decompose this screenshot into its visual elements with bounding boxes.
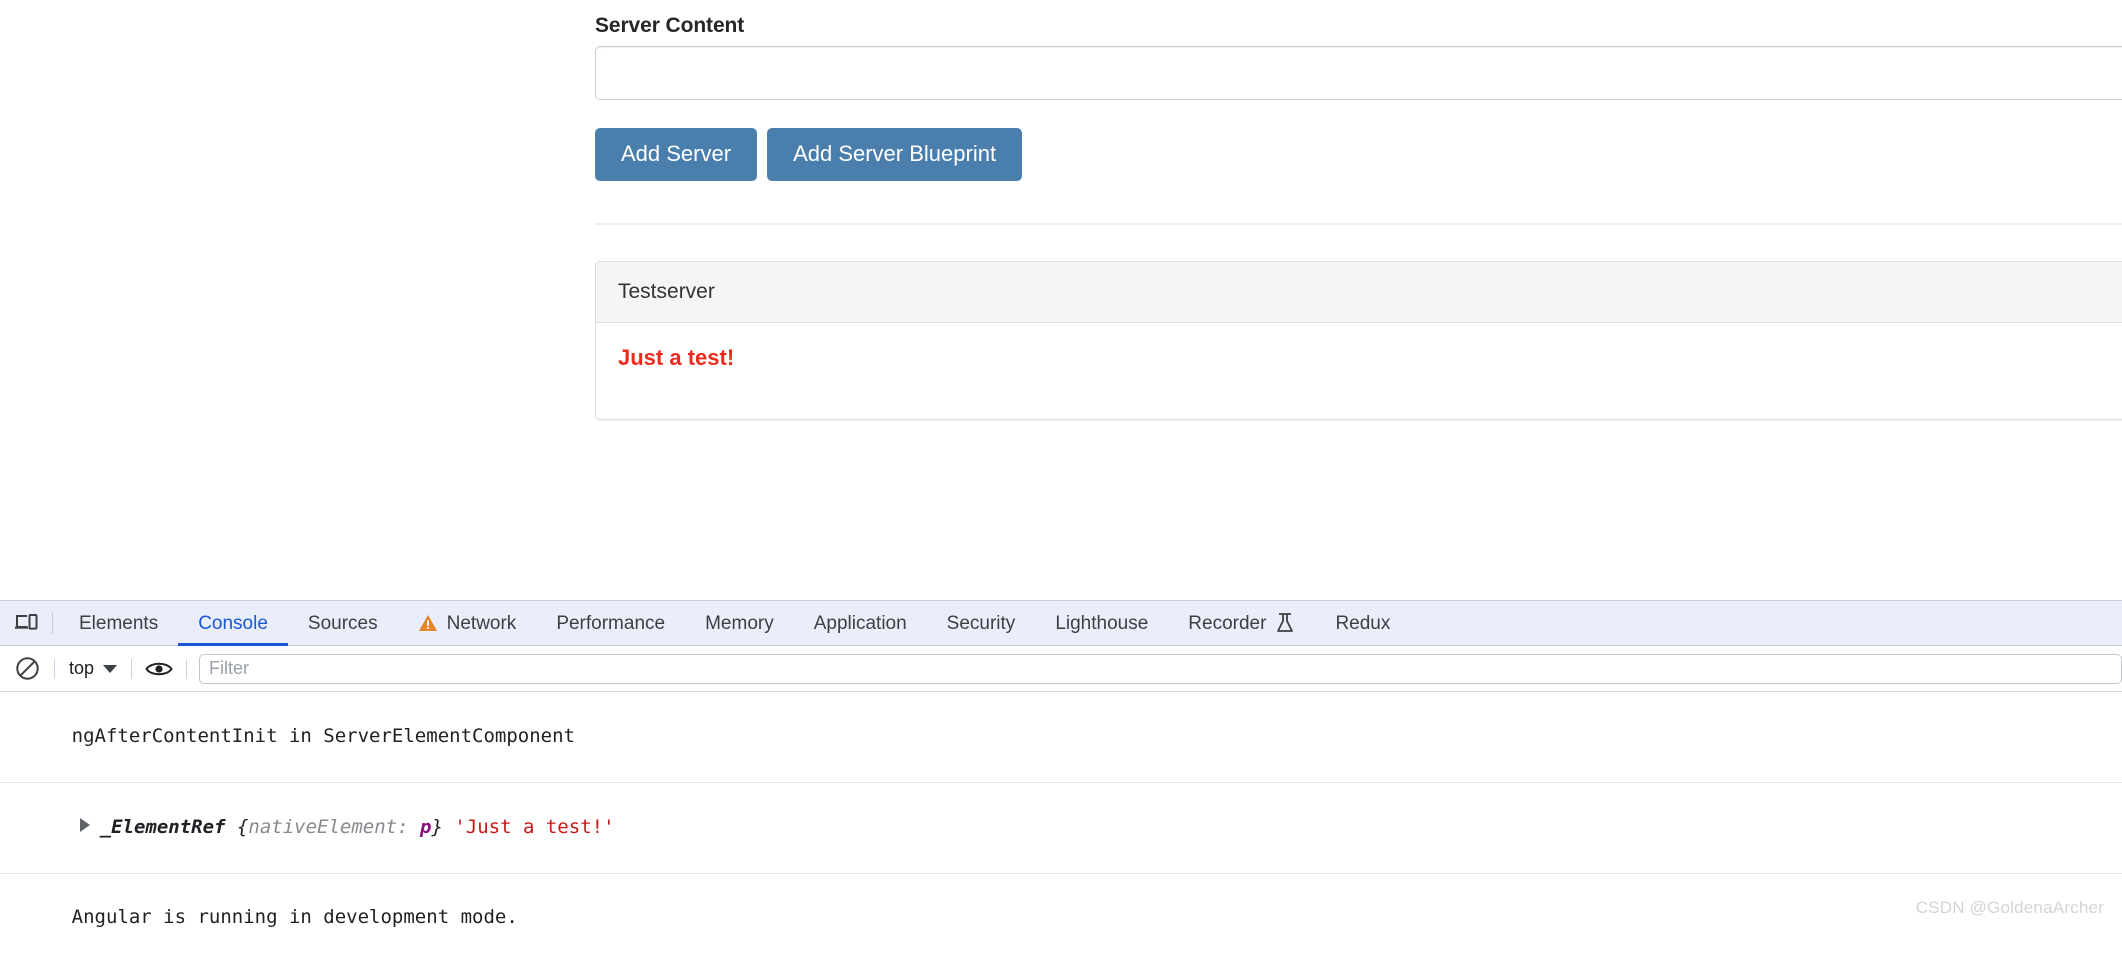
server-element-panel: Testserver Just a test!: [595, 261, 2122, 420]
tab-redux-label: Redux: [1335, 601, 1390, 646]
tab-recorder[interactable]: Recorder: [1168, 601, 1315, 646]
object-brace-open: {: [237, 816, 248, 838]
tab-application-label: Application: [814, 601, 907, 646]
tab-redux[interactable]: Redux: [1315, 601, 1410, 646]
tab-security[interactable]: Security: [927, 601, 1036, 646]
console-message-text: ngAfterContentInit in ServerElementCompo…: [72, 725, 575, 747]
eye-icon[interactable]: [140, 650, 178, 688]
app-container: Server Content Add Server Add Server Blu…: [595, 0, 2122, 420]
console-context-label: top: [69, 658, 94, 679]
watermark: CSDN @GoldenaArcher: [1916, 898, 2104, 918]
console-string-literal: 'Just a test!': [454, 816, 614, 838]
object-property-value: p: [420, 816, 431, 838]
console-message-row[interactable]: ngAfterContentInit in ServerElementCompo…: [0, 692, 2122, 783]
console-filter-input[interactable]: [199, 654, 2122, 684]
object-brace-close: }: [431, 816, 442, 838]
tab-lighthouse[interactable]: Lighthouse: [1035, 601, 1168, 646]
expand-arrow-icon[interactable]: [80, 818, 90, 832]
add-server-blueprint-button[interactable]: Add Server Blueprint: [767, 128, 1022, 181]
server-element-panel-body: Just a test!: [596, 323, 2122, 419]
console-message-row[interactable]: _ElementRef {nativeElement: p} 'Just a t…: [0, 783, 2122, 874]
console-toolbar-separator-1: [54, 659, 55, 679]
server-content-form-group: Server Content: [595, 14, 2122, 100]
console-message-list: ngAfterContentInit in ServerElementCompo…: [0, 692, 2122, 964]
tab-lighthouse-label: Lighthouse: [1055, 601, 1148, 646]
tab-network-label: Network: [447, 601, 517, 646]
devtools-panel: Elements Console Sources Network Perform…: [0, 600, 2122, 964]
tab-sources[interactable]: Sources: [288, 601, 398, 646]
flask-icon: [1275, 612, 1295, 634]
server-content-input[interactable]: [595, 46, 2122, 100]
tabbar-separator: [52, 612, 53, 634]
warning-triangle-icon: [418, 614, 438, 632]
object-property-name: nativeElement: [248, 816, 397, 838]
devtools-tab-bar: Elements Console Sources Network Perform…: [0, 601, 2122, 646]
device-toolbar-icon[interactable]: [6, 603, 46, 643]
tab-recorder-label: Recorder: [1188, 601, 1266, 646]
console-message-text: Angular is running in development mode.: [72, 906, 518, 928]
tab-application[interactable]: Application: [794, 601, 927, 646]
tab-elements-label: Elements: [79, 601, 158, 646]
object-class-name: _ElementRef: [100, 816, 226, 838]
tab-console[interactable]: Console: [178, 601, 288, 646]
tab-memory-label: Memory: [705, 601, 774, 646]
browser-page-viewport: Server Content Add Server Add Server Blu…: [0, 0, 2122, 600]
tab-elements[interactable]: Elements: [59, 601, 178, 646]
server-element-content-text: Just a test!: [618, 345, 2122, 371]
console-message-row[interactable]: Angular is running in development mode.: [0, 874, 2122, 964]
object-property-separator: :: [397, 816, 420, 838]
tab-performance-label: Performance: [556, 601, 665, 646]
console-context-selector[interactable]: top: [63, 658, 123, 679]
tab-performance[interactable]: Performance: [536, 601, 685, 646]
action-button-row: Add Server Add Server Blueprint: [595, 128, 2122, 181]
tab-network[interactable]: Network: [398, 601, 537, 646]
server-content-label: Server Content: [595, 14, 2122, 38]
chevron-down-icon: [103, 665, 117, 673]
section-divider: [595, 223, 2122, 225]
server-element-panel-heading: Testserver: [596, 262, 2122, 323]
tab-console-label: Console: [198, 601, 268, 646]
console-toolbar-separator-3: [186, 659, 187, 679]
console-toolbar: top: [0, 646, 2122, 692]
tab-sources-label: Sources: [308, 601, 378, 646]
console-toolbar-separator-2: [131, 659, 132, 679]
add-server-button[interactable]: Add Server: [595, 128, 757, 181]
tab-memory[interactable]: Memory: [685, 601, 794, 646]
tab-security-label: Security: [947, 601, 1016, 646]
clear-console-icon[interactable]: [8, 650, 46, 688]
